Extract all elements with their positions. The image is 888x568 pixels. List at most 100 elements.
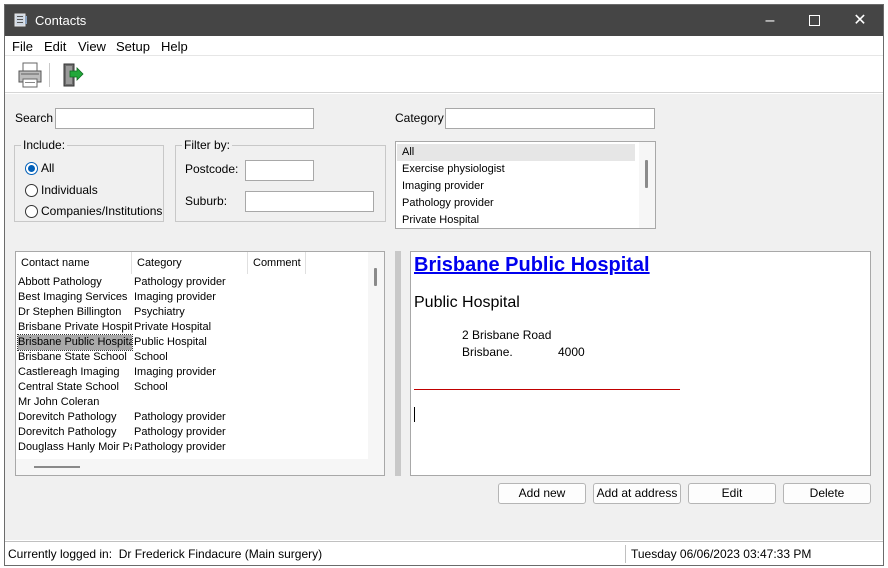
cell-category: Psychiatry	[134, 306, 185, 318]
postcode-label: Postcode:	[185, 162, 239, 176]
menu-file[interactable]: File	[12, 39, 33, 54]
exit-door-icon	[63, 63, 84, 87]
cell-contact-name: Dorevitch Pathology	[18, 426, 117, 438]
cell-contact-name: Abbott Pathology	[18, 276, 102, 288]
contacts-table: Contact name Category Comment Abbott Pat…	[15, 251, 385, 476]
include-legend: Include:	[23, 138, 66, 152]
delete-button[interactable]: Delete	[783, 483, 871, 504]
cell-comment	[254, 350, 310, 365]
cell-contact-name: Central State School	[18, 381, 119, 393]
cell-contact-name: Dr Stephen Billington	[18, 306, 122, 318]
cell-category	[134, 395, 250, 410]
table-row[interactable]: Mr John Coleran	[16, 395, 368, 410]
cell-comment	[254, 440, 310, 455]
cell-contact-name: Brisbane Private Hospital	[18, 321, 132, 333]
postcode-input[interactable]	[245, 160, 314, 181]
print-button[interactable]	[16, 61, 44, 89]
include-all-radio[interactable]: All	[25, 161, 54, 175]
table-row[interactable]: Brisbane State School School	[16, 350, 368, 365]
cell-comment	[254, 335, 310, 350]
main-content: Search Category Include: All Individuals…	[5, 94, 883, 540]
status-datetime: Tuesday 06/06/2023 03:47:33 PM	[631, 547, 812, 561]
category-scrollbar[interactable]	[639, 142, 655, 228]
category-input[interactable]	[445, 108, 655, 129]
text-caret	[414, 407, 415, 422]
table-row[interactable]: Dorevitch Pathology Pathology provider	[16, 410, 368, 425]
cell-category: Public Hospital	[134, 336, 207, 348]
include-companies-radio[interactable]: Companies/Institutions	[25, 204, 162, 218]
maximize-icon	[808, 15, 820, 27]
contact-detail-name-link[interactable]: Brisbane Public Hospital	[414, 254, 650, 277]
table-row[interactable]: Brisbane Private Hospital Private Hospita…	[16, 320, 368, 335]
contacts-hscroll-thumb[interactable]	[34, 466, 80, 468]
column-header-comment[interactable]: Comment	[248, 252, 306, 274]
include-individuals-radio[interactable]: Individuals	[25, 183, 98, 197]
table-row[interactable]: Best Imaging Services Imaging provider	[16, 290, 368, 305]
cell-contact-name: Brisbane Public Hospital	[17, 334, 133, 351]
printer-icon	[18, 62, 42, 88]
column-header-category[interactable]: Category	[132, 252, 248, 274]
category-item[interactable]: Exercise physiologist	[402, 161, 505, 178]
window-title: Contacts	[35, 13, 87, 28]
column-header-contact-name[interactable]: Contact name	[16, 252, 132, 274]
cell-contact-name: Best Imaging Services	[18, 291, 128, 303]
contacts-app-icon	[14, 13, 27, 27]
table-row[interactable]: Central State School School	[16, 380, 368, 395]
include-all-label: All	[41, 161, 55, 175]
category-label: Category	[395, 111, 444, 125]
toolbar	[5, 57, 883, 93]
exit-button[interactable]	[57, 61, 85, 89]
category-item[interactable]: Imaging provider	[402, 178, 484, 195]
pane-splitter[interactable]	[395, 251, 401, 476]
search-input[interactable]	[55, 108, 314, 129]
contacts-vscroll-thumb[interactable]	[374, 268, 377, 286]
cell-comment	[254, 305, 310, 320]
cell-comment	[254, 395, 310, 410]
table-row[interactable]: Dorevitch Pathology Pathology provider	[16, 425, 368, 440]
category-item[interactable]: Pathology provider	[402, 195, 494, 212]
contact-detail-address: 2 Brisbane Road	[462, 328, 552, 342]
contacts-vertical-scrollbar[interactable]	[368, 252, 384, 475]
close-button[interactable]: ✕	[837, 5, 883, 36]
cell-category: Private Hospital	[134, 321, 212, 333]
table-row[interactable]: Dr Stephen Billington Psychiatry	[16, 305, 368, 320]
suburb-input[interactable]	[245, 191, 374, 212]
menu-bar: File Edit View Setup Help	[5, 36, 883, 56]
menu-view[interactable]: View	[78, 39, 106, 54]
category-selection-highlight	[397, 144, 635, 161]
table-row[interactable]: Brisbane Public Hospital Public Hospital	[16, 334, 368, 351]
category-scroll-thumb[interactable]	[645, 160, 648, 188]
table-row[interactable]: Abbott Pathology Pathology provider	[16, 275, 368, 290]
menu-help[interactable]: Help	[161, 39, 188, 54]
close-icon: ✕	[853, 12, 867, 29]
menu-edit[interactable]: Edit	[44, 39, 66, 54]
category-item[interactable]: Private Hospital	[402, 212, 479, 228]
cell-category: School	[134, 351, 168, 363]
cell-category: Pathology provider	[134, 276, 226, 288]
cell-comment	[254, 425, 310, 440]
minimize-button[interactable]: –	[747, 5, 793, 36]
cell-contact-name: Brisbane State School	[18, 351, 127, 363]
cell-comment	[254, 290, 310, 305]
maximize-button[interactable]	[791, 5, 837, 36]
suburb-label: Suburb:	[185, 194, 228, 208]
add-at-address-button[interactable]: Add at address	[593, 483, 681, 504]
cell-category: Pathology provider	[134, 426, 226, 438]
contact-detail-pane[interactable]: Brisbane Public Hospital Public Hospital…	[410, 251, 871, 476]
contacts-horizontal-scrollbar[interactable]	[16, 459, 368, 475]
cell-category: School	[134, 381, 168, 393]
edit-button[interactable]: Edit	[688, 483, 776, 504]
contact-detail-category: Public Hospital	[414, 294, 520, 311]
cell-contact-name: Mr John Coleran	[18, 396, 100, 408]
include-individuals-label: Individuals	[41, 183, 98, 197]
cell-contact-name: Douglass Hanly Moir Pathology	[18, 441, 132, 453]
add-new-button[interactable]: Add new	[498, 483, 586, 504]
category-listbox[interactable]: All Exercise physiologist Imaging provid…	[395, 141, 656, 229]
detail-separator-rule	[414, 389, 680, 390]
cell-category: Pathology provider	[134, 441, 226, 453]
category-item[interactable]: All	[402, 144, 414, 161]
table-row[interactable]: Castlereagh Imaging Imaging provider	[16, 365, 368, 380]
cell-category: Imaging provider	[134, 366, 216, 378]
menu-setup[interactable]: Setup	[116, 39, 150, 54]
table-row[interactable]: Douglass Hanly Moir PathologyPathology p…	[16, 440, 368, 455]
